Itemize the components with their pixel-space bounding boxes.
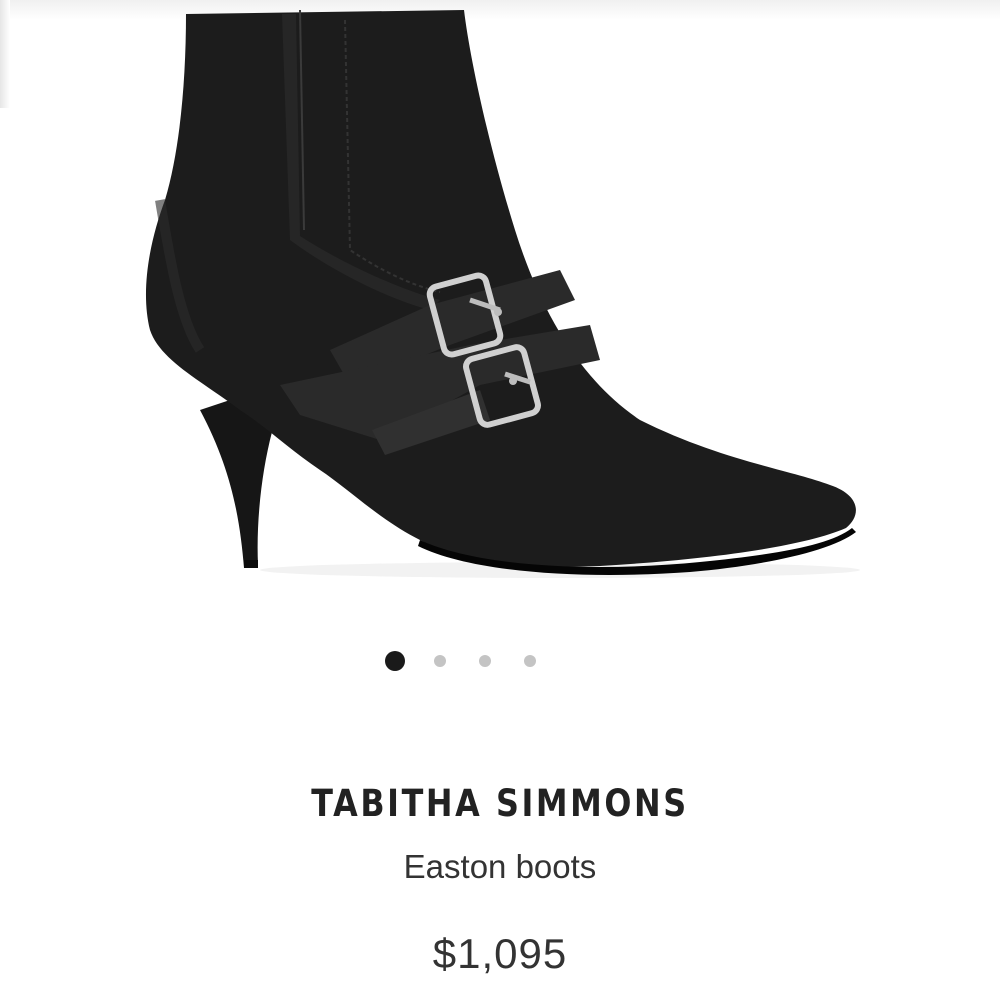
carousel-dot-2[interactable] <box>434 655 446 667</box>
brand-name[interactable]: TABITHA SIMMONS <box>70 782 930 825</box>
carousel-dot-4[interactable] <box>524 655 536 667</box>
image-carousel-dots <box>385 651 536 671</box>
carousel-dot-3[interactable] <box>479 655 491 667</box>
product-image[interactable] <box>0 0 1000 620</box>
product-page: TABITHA SIMMONS Easton boots $1,095 <box>0 0 1000 1000</box>
heel-tip <box>244 560 258 568</box>
product-price: $1,095 <box>432 930 568 977</box>
product-name: Easton boots <box>403 848 597 885</box>
carousel-dot-1[interactable] <box>385 651 405 671</box>
